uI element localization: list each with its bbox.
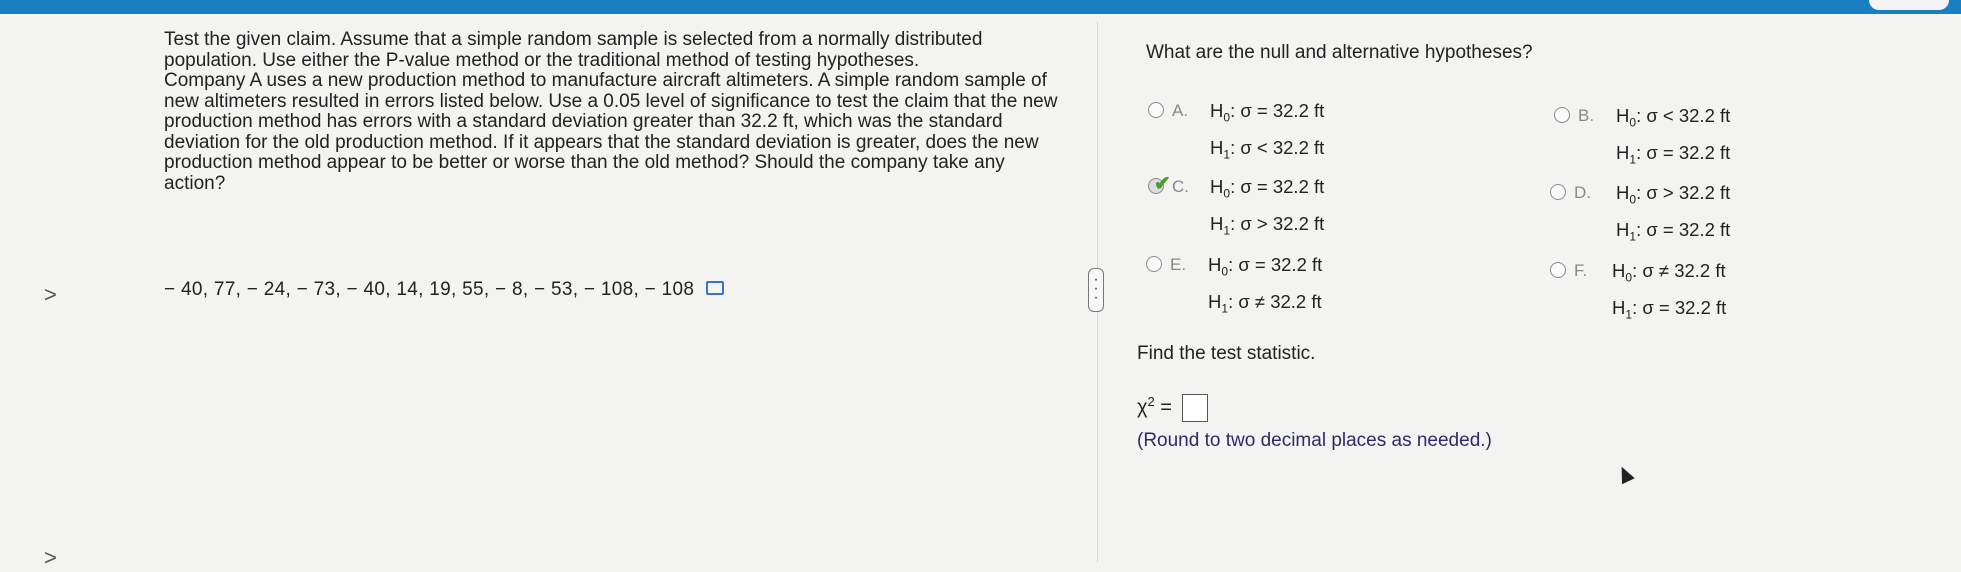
mouse-cursor-icon xyxy=(1615,463,1635,485)
option-a-h1: σ < 32.2 ft xyxy=(1240,136,1325,158)
h0-sub: 0 xyxy=(1629,115,1637,130)
option-c-h1: σ > 32.2 ft xyxy=(1240,212,1325,234)
h0-label: H xyxy=(1616,105,1630,126)
option-f-letter: F. xyxy=(1574,261,1588,280)
option-e-radio[interactable] xyxy=(1146,256,1162,272)
find-test-statistic: Find the test statistic. xyxy=(1137,343,1316,364)
panel-resize-handle[interactable]: · · · xyxy=(1088,268,1104,312)
h0-label: H xyxy=(1616,182,1630,203)
question-instructions: Test the given claim. Assume that a simp… xyxy=(164,29,983,71)
data-values: − 40, 77, − 24, − 73, − 40, 14, 19, 55, … xyxy=(164,279,695,300)
h1-sub: 1 xyxy=(1629,229,1637,244)
hypotheses-question: What are the null and alternative hypoth… xyxy=(1146,42,1533,63)
h1-label: H xyxy=(1612,296,1626,318)
option-e-h0: σ = 32.2 ft xyxy=(1238,254,1323,275)
h0-label: H xyxy=(1210,100,1224,121)
option-e-letter: E. xyxy=(1170,255,1187,274)
chi-equals: = xyxy=(1154,396,1172,419)
option-d-radio[interactable] xyxy=(1550,184,1566,200)
h1-label: H xyxy=(1616,141,1630,163)
h1-label: H xyxy=(1208,290,1222,312)
h0-label: H xyxy=(1208,254,1222,275)
h1-label: H xyxy=(1616,218,1630,240)
option-b-radio[interactable] xyxy=(1554,107,1570,123)
expand-chevron-icon-2[interactable]: > xyxy=(44,545,57,571)
h1-sub: 1 xyxy=(1223,223,1231,238)
h1-label: H xyxy=(1210,136,1224,158)
option-b-h0: σ < 32.2 ft xyxy=(1646,105,1731,126)
question-text: Test the given claim. Assume that a simp… xyxy=(164,29,1064,194)
chi-square-row: χ2 = xyxy=(1137,394,1208,423)
h0-sub: 0 xyxy=(1625,270,1633,285)
h0-sub: 0 xyxy=(1221,264,1229,279)
chi-symbol: χ xyxy=(1137,396,1148,419)
option-d-h1: σ = 32.2 ft xyxy=(1646,218,1731,240)
top-bar-pill xyxy=(1869,0,1949,10)
option-d-letter: D. xyxy=(1574,183,1591,202)
rounding-note: (Round to two decimal places as needed.) xyxy=(1137,430,1492,451)
chi-square-input[interactable] xyxy=(1181,394,1208,423)
correct-check-icon: ✔ xyxy=(1154,173,1171,195)
h0-sub: 0 xyxy=(1223,186,1231,201)
option-a-radio[interactable] xyxy=(1148,102,1164,118)
data-values-line: − 40, 77, − 24, − 73, − 40, 14, 19, 55, … xyxy=(164,279,724,301)
top-bar xyxy=(0,0,1961,14)
option-a-h0: σ = 32.2 ft xyxy=(1240,100,1325,121)
h1-sub: 1 xyxy=(1629,152,1637,167)
option-b-h1: σ = 32.2 ft xyxy=(1646,141,1731,163)
option-b-letter: B. xyxy=(1578,106,1595,125)
copy-data-icon[interactable] xyxy=(705,280,724,295)
option-c-h0: σ = 32.2 ft xyxy=(1240,176,1325,197)
h1-label: H xyxy=(1210,212,1224,234)
question-scenario: Company A uses a new production method t… xyxy=(164,70,1058,194)
h0-label: H xyxy=(1210,176,1224,197)
h0-sub: 0 xyxy=(1223,110,1231,125)
expand-chevron-icon[interactable]: > xyxy=(44,282,57,308)
option-f-radio[interactable] xyxy=(1550,262,1566,278)
chi-sup: 2 xyxy=(1147,394,1155,409)
h0-sub: 0 xyxy=(1629,192,1637,207)
h0-label: H xyxy=(1612,260,1626,281)
option-c-letter: C. xyxy=(1172,177,1189,196)
option-e-h1: σ ≠ 32.2 ft xyxy=(1238,290,1322,312)
h1-sub: 1 xyxy=(1223,147,1231,162)
h1-sub: 1 xyxy=(1625,307,1633,322)
h1-sub: 1 xyxy=(1221,301,1229,316)
option-f-h0: σ ≠ 32.2 ft xyxy=(1642,260,1726,281)
option-f-h1: σ = 32.2 ft xyxy=(1642,296,1727,318)
option-d-h0: σ > 32.2 ft xyxy=(1646,182,1731,203)
option-a-letter: A. xyxy=(1172,101,1189,120)
